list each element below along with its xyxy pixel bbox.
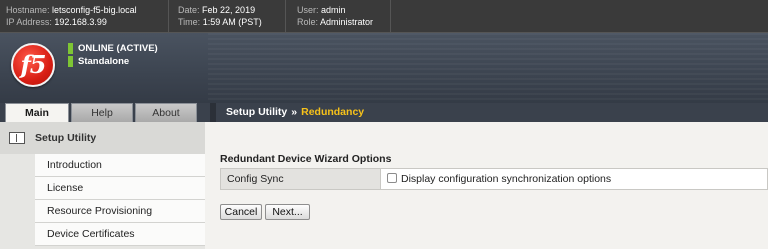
ip-label: IP Address: [6,17,52,27]
sidebar-item-device-certificates[interactable]: Device Certificates [35,223,205,246]
role-value: Administrator [320,17,374,27]
top-info-bar: Hostname: letsconfig-f5-big.local IP Add… [0,0,768,33]
status-mode: Standalone [68,55,158,68]
hostname-label: Hostname: [6,5,50,15]
f5-logo[interactable]: f5 [11,43,55,87]
sidebar: Setup Utility Introduction License Resou… [0,122,205,249]
main-content: Redundant Device Wizard Options Config S… [205,122,768,249]
divider [285,0,286,33]
date-value: Feb 22, 2019 [202,5,256,15]
status-secondary-text: Standalone [78,56,130,67]
user-label: User: [297,5,319,15]
breadcrumb: Setup Utility » Redundancy [210,103,768,122]
time-value: 1:59 AM (PST) [202,17,262,27]
config-sync-option[interactable]: Display configuration synchronization op… [387,169,611,189]
sidebar-item-license[interactable]: License [35,177,205,200]
options-table: Config Sync Display configuration synchr… [220,168,768,190]
divider [390,0,391,33]
status-primary-text: ONLINE (ACTIVE) [78,43,158,54]
user-info: User: admin Role: Administrator [297,4,373,28]
status-indicator-icon [68,56,73,67]
sidebar-item-resource-provisioning[interactable]: Resource Provisioning [35,200,205,223]
breadcrumb-current: Redundancy [301,106,365,118]
tab-help[interactable]: Help [71,103,133,122]
status-online: ONLINE (ACTIVE) [68,42,158,55]
cancel-button[interactable]: Cancel [220,204,262,220]
next-button[interactable]: Next... [265,204,310,220]
breadcrumb-separator: » [291,106,298,118]
divider [168,0,169,33]
hostname-value: letsconfig-f5-big.local [52,5,137,15]
sidebar-section-header[interactable]: Setup Utility [0,122,205,154]
logo-text: f5 [20,50,46,79]
date-label: Date: [178,5,200,15]
section-title: Redundant Device Wizard Options [220,153,392,165]
role-label: Role: [297,17,319,27]
status-indicator-icon [68,43,73,54]
tab-about[interactable]: About [135,103,197,122]
banner: f5 ONLINE (ACTIVE) Standalone [0,33,768,103]
host-info: Hostname: letsconfig-f5-big.local IP Add… [6,4,137,28]
tab-main[interactable]: Main [5,103,69,122]
config-sync-checkbox[interactable] [387,173,397,183]
sidebar-nav-list: Introduction License Resource Provisioni… [35,154,205,246]
ip-value: 192.168.3.99 [54,17,107,27]
breadcrumb-parent[interactable]: Setup Utility [226,106,287,118]
setup-utility-icon [9,132,25,144]
date-time-info: Date: Feb 22, 2019 Time: 1:59 AM (PST) [178,4,262,28]
device-status: ONLINE (ACTIVE) Standalone [68,42,158,68]
sidebar-item-introduction[interactable]: Introduction [35,154,205,177]
user-value: admin [321,5,346,15]
config-sync-label: Config Sync [221,169,381,189]
config-sync-checkbox-label[interactable]: Display configuration synchronization op… [401,173,611,185]
sidebar-section-title: Setup Utility [35,132,97,144]
banner-pattern [208,33,768,103]
main-tabs: Main Help About [0,103,210,122]
time-label: Time: [178,17,201,27]
